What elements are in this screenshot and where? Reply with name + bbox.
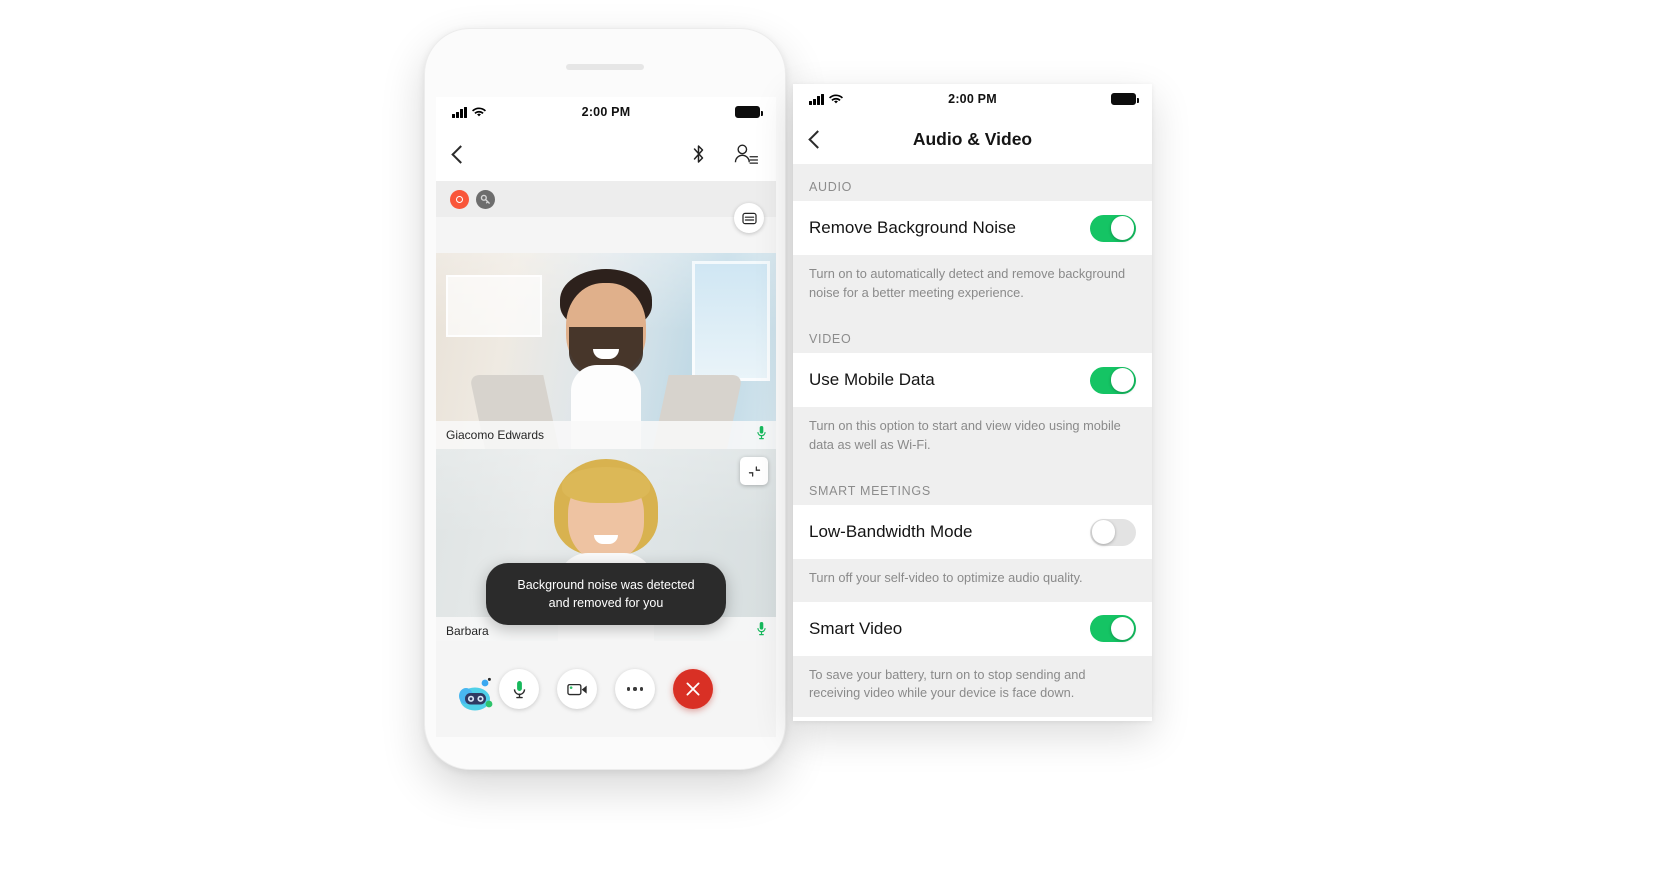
room-whiteboard (446, 275, 542, 337)
participant-name-strip: Giacomo Edwards (436, 421, 776, 449)
left-phone-device: 2:00 PM Giacomo Edwards Barbara Backgrou… (424, 28, 786, 770)
setting-description: Turn off your self-video to optimize aud… (793, 559, 1152, 602)
layout-switch-icon[interactable] (734, 203, 764, 233)
left-status-right-group (735, 106, 763, 118)
room-window (692, 261, 770, 381)
battery-full-icon (735, 106, 763, 118)
video-camera-icon (566, 683, 587, 695)
right-status-time: 2:00 PM (948, 92, 997, 106)
right-status-right-group (1111, 93, 1139, 105)
recording-indicator-icon (450, 189, 469, 209)
section-header-video: VIDEO (793, 316, 1152, 354)
call-nav-actions (691, 143, 758, 165)
participant-tile-giacomo[interactable]: Giacomo Edwards (436, 253, 776, 449)
setting-row-low-bandwidth-mode[interactable]: Low-Bandwidth Mode (793, 505, 1152, 560)
video-button[interactable] (557, 669, 597, 709)
setting-description: To save your battery, turn on to stop se… (793, 655, 1152, 717)
toggle-use-mobile-data[interactable] (1090, 366, 1136, 394)
toggle-low-bandwidth-mode[interactable] (1090, 518, 1136, 546)
setting-row-audio-only-mode[interactable]: Audio-Only Mode (793, 716, 1152, 721)
setting-description: Turn on this option to start and view vi… (793, 407, 1152, 469)
chevron-left-icon[interactable] (451, 144, 470, 164)
setting-description: Turn on to automatically detect and remo… (793, 255, 1152, 317)
left-status-bar: 2:00 PM (436, 97, 776, 127)
setting-label: Low-Bandwidth Mode (809, 522, 973, 542)
setting-row-remove-background-noise[interactable]: Remove Background Noise (793, 201, 1152, 255)
device-speaker-grille (566, 64, 644, 70)
microphone-icon (513, 680, 525, 698)
microphone-on-icon (757, 621, 766, 641)
section-header-smart-meetings: SMART MEETINGS (793, 468, 1152, 506)
close-x-icon (686, 682, 700, 696)
toast-line-1: Background noise was detected (517, 577, 695, 592)
settings-nav-bar: Audio & Video (793, 114, 1152, 164)
right-status-bar: 2:00 PM (793, 84, 1152, 114)
right-phone-settings-screen: 2:00 PM Audio & Video AUDIO Remove Backg… (793, 84, 1152, 721)
battery-full-icon (1111, 93, 1139, 105)
participant-list-icon[interactable] (734, 143, 758, 165)
call-control-bar (436, 641, 776, 737)
section-header-audio: AUDIO (793, 164, 1152, 201)
meeting-badges-row (436, 181, 776, 217)
end-call-button[interactable] (673, 669, 713, 709)
layout-strip (436, 203, 776, 253)
setting-row-smart-video[interactable]: Smart Video (793, 601, 1152, 656)
mute-button[interactable] (499, 669, 539, 709)
collapse-corner-icon[interactable] (740, 457, 768, 485)
background-noise-toast: Background noise was detected and remove… (486, 562, 726, 625)
participant-name: Giacomo Edwards (446, 428, 545, 442)
toggle-smart-video[interactable] (1090, 615, 1136, 643)
ellipsis-icon (626, 687, 644, 691)
participant-name: Barbara (446, 624, 489, 638)
microphone-on-icon (757, 425, 766, 445)
avatar-bangs (562, 467, 650, 503)
toggle-remove-background-noise[interactable] (1090, 214, 1136, 242)
call-nav-bar (436, 127, 776, 181)
setting-row-use-mobile-data[interactable]: Use Mobile Data (793, 353, 1152, 408)
screenshot-stage: 2:00 PM Giacomo Edwards Barbara Backgrou… (0, 0, 1664, 878)
toast-line-2: and removed for you (548, 595, 664, 610)
page-title: Audio & Video (912, 128, 1033, 149)
left-status-time: 2:00 PM (581, 105, 631, 119)
setting-label: Use Mobile Data (809, 370, 935, 390)
meeting-locked-icon (476, 189, 495, 209)
robot-assistant-icon[interactable] (458, 677, 494, 711)
left-phone-screen: 2:00 PM Giacomo Edwards Barbara Backgrou… (436, 97, 776, 737)
setting-label: Remove Background Noise (809, 218, 1016, 237)
more-button[interactable] (615, 669, 655, 709)
bluetooth-icon[interactable] (691, 143, 706, 165)
setting-label: Smart Video (809, 618, 903, 638)
